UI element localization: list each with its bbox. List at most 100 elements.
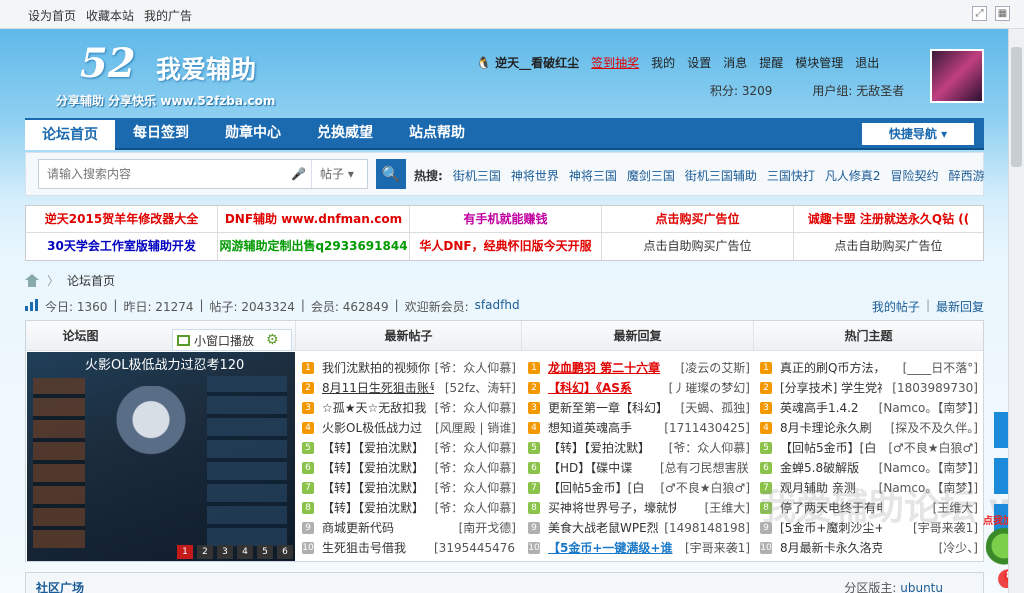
thread-title-link[interactable]: 龙血鹏羽 第二十六章: [548, 358, 676, 378]
thread-title-link[interactable]: 火影OL极低战力过: [322, 418, 434, 438]
breadcrumb-current[interactable]: 论坛首页: [67, 272, 115, 289]
ad-slot[interactable]: 点击自助购买广告位: [794, 233, 983, 260]
slide-page-button[interactable]: 3: [217, 545, 233, 559]
thread-author-link[interactable]: [探及不及久伴。]: [866, 418, 978, 438]
thread-author-link[interactable]: [爷：众人仰慕]: [434, 458, 516, 478]
thread-author-link[interactable]: [冷少、]: [866, 538, 978, 558]
hot-search-item[interactable]: 凡人修真2: [825, 167, 881, 184]
thread-author-link[interactable]: [♂不良★白狼♂]: [866, 438, 978, 458]
slide-page-button[interactable]: 2: [197, 545, 213, 559]
thread-author-link[interactable]: [Namco。【南梦】]: [866, 398, 978, 418]
slide-caption[interactable]: 火影OL极低战力过忍考120: [85, 354, 244, 373]
hot-search-item[interactable]: 街机三国辅助: [685, 167, 757, 184]
thread-title-link[interactable]: 买神将世界号子，壕就快进: [548, 498, 676, 518]
thread-author-link[interactable]: [____日不落°]: [866, 358, 978, 378]
checkin-lottery-link[interactable]: 签到抽奖: [591, 54, 639, 71]
thread-author-link[interactable]: [爷：众人仰慕]: [434, 398, 516, 418]
thread-title-link[interactable]: 【转】【爱拍沈默】: [322, 478, 434, 498]
thread-author-link[interactable]: [爷：众人仰慕]: [434, 358, 516, 378]
set-homepage-link[interactable]: 设为首页: [28, 7, 76, 24]
hot-search-item[interactable]: 魔剑三国: [627, 167, 675, 184]
thread-author-link[interactable]: [1498148198]: [660, 518, 750, 538]
search-button[interactable]: 🔍: [376, 159, 406, 189]
user-points[interactable]: 积分: 3209: [710, 82, 772, 99]
side-float-tab[interactable]: [994, 412, 1008, 448]
ad-slot[interactable]: 网游辅助定制出售q2933691844: [218, 233, 410, 260]
thread-author-link[interactable]: [1803989730]: [866, 378, 978, 398]
ad-slot[interactable]: 点击自助购买广告位: [602, 233, 794, 260]
thread-author-link[interactable]: [南开戈德]: [434, 518, 516, 538]
ad-slot[interactable]: 诚趣卡盟 注册就送永久Q钻 ((: [794, 206, 983, 233]
nav-medal-center[interactable]: 勋章中心: [209, 118, 297, 150]
thread-author-link[interactable]: [爷：众人仰慕]: [434, 438, 516, 458]
quick-nav-button[interactable]: 快捷导航 ▾: [862, 123, 974, 145]
ad-slot[interactable]: 30天学会工作室版辅助开发: [26, 233, 218, 260]
reminders-link[interactable]: 提醒: [759, 54, 783, 71]
messages-link[interactable]: 消息: [723, 54, 747, 71]
page-scrollbar[interactable]: [1008, 29, 1024, 593]
mini-player-toggle[interactable]: 小窗口播放 ⚙: [172, 329, 292, 351]
thread-title-link[interactable]: 我们沈默拍的视频你: [322, 358, 434, 378]
section-title[interactable]: 社区广场: [36, 579, 84, 593]
hot-search-item[interactable]: 街机三国: [453, 167, 501, 184]
gear-icon[interactable]: ⚙: [266, 332, 279, 348]
hot-search-item[interactable]: 神将世界: [511, 167, 559, 184]
thread-author-link[interactable]: [52fz、涛轩]: [434, 378, 516, 398]
thread-title-link[interactable]: 美食大战老鼠WPE烈: [548, 518, 676, 538]
thread-title-link[interactable]: 【转】【爱拍沈默】: [548, 438, 676, 458]
thread-author-link[interactable]: [丿璀璨の梦幻]: [660, 378, 750, 398]
thread-title-link[interactable]: 【HD】【碟中谍: [548, 458, 676, 478]
logout-link[interactable]: 退出: [855, 54, 879, 71]
module-manage-link[interactable]: 模块管理: [795, 54, 843, 71]
thread-title-link[interactable]: 【转】【爱拍沈默】: [322, 438, 434, 458]
nav-daily-checkin[interactable]: 每日签到: [117, 118, 205, 150]
thread-title-link[interactable]: 【科幻】《AS系: [548, 378, 676, 398]
latest-replies-link[interactable]: 最新回复: [936, 298, 984, 315]
thread-title-link[interactable]: 8月11日生死狙击账号: [322, 378, 434, 398]
thread-title-link[interactable]: 想知道英魂高手: [548, 418, 676, 438]
thread-author-link[interactable]: [♂不良★白狼♂]: [660, 478, 750, 498]
nav-site-help[interactable]: 站点帮助: [393, 118, 481, 150]
hot-search-item[interactable]: 冒险契约: [891, 167, 939, 184]
ad-slot[interactable]: 有手机就能赚钱: [410, 206, 602, 233]
thread-title-link[interactable]: 商城更新代码: [322, 518, 434, 538]
slide-page-button[interactable]: 6: [277, 545, 293, 559]
user-group[interactable]: 用户组: 无敌圣者: [812, 82, 904, 99]
my-ads-link[interactable]: 我的广告: [144, 7, 192, 24]
my-menu-link[interactable]: 我的: [651, 54, 675, 71]
scrollbar-thumb[interactable]: [1011, 47, 1022, 167]
slide-page-button[interactable]: 4: [237, 545, 253, 559]
thread-title-link[interactable]: 【转】【爱拍沈默】: [322, 498, 434, 518]
hot-search-item[interactable]: 神将三国: [569, 167, 617, 184]
thread-author-link[interactable]: [3195445476]: [434, 538, 516, 558]
username-link[interactable]: 🐧 逆天__看破红尘: [476, 54, 579, 71]
search-input[interactable]: [39, 160, 307, 188]
moderator-link[interactable]: ubuntu: [900, 581, 943, 593]
thread-author-link[interactable]: [爷：众人仰慕]: [434, 498, 516, 518]
hot-search-item[interactable]: 三国快打: [767, 167, 815, 184]
skin-icon[interactable]: ▦: [995, 6, 1010, 21]
ad-slot[interactable]: DNF辅助 www.dnfman.com: [218, 206, 410, 233]
slide-page-button[interactable]: 5: [257, 545, 273, 559]
thread-title-link[interactable]: 生死狙击号借我: [322, 538, 434, 558]
thread-author-link[interactable]: [爷：众人仰慕]: [434, 478, 516, 498]
side-float-tab[interactable]: [994, 458, 1008, 494]
settings-link[interactable]: 设置: [687, 54, 711, 71]
thread-author-link[interactable]: [天蝎、孤独]: [660, 398, 750, 418]
thread-author-link[interactable]: [王维大]: [660, 498, 750, 518]
home-icon[interactable]: [25, 274, 39, 287]
thread-author-link[interactable]: [宇哥来袭1]: [660, 538, 750, 558]
search-type-select[interactable]: 帖子 ▾: [311, 160, 369, 188]
thread-title-link[interactable]: 【转】【爱拍沈默】: [322, 458, 434, 478]
avatar[interactable]: [930, 49, 984, 103]
thread-title-link[interactable]: ☆孤★天☆无敌扣我: [322, 398, 434, 418]
thread-author-link[interactable]: [Namco。【南梦】]: [866, 458, 978, 478]
thread-author-link[interactable]: [爷：众人仰慕]: [660, 438, 750, 458]
thread-title-link[interactable]: 【5金币+一键满级+谁: [548, 538, 676, 558]
image-slideshow[interactable]: 火影OL极低战力过忍考120 1 2 3 4 5 6: [27, 352, 295, 561]
thread-author-link[interactable]: [凌云の艾斯]: [660, 358, 750, 378]
thread-title-link[interactable]: 更新至第一章【科幻】: [548, 398, 676, 418]
thread-author-link[interactable]: [风厘殿 | 销谁]: [434, 418, 516, 438]
ad-slot[interactable]: 逆天2015贺羊年修改器大全: [26, 206, 218, 233]
newest-member-link[interactable]: sfadfhd: [475, 298, 520, 315]
